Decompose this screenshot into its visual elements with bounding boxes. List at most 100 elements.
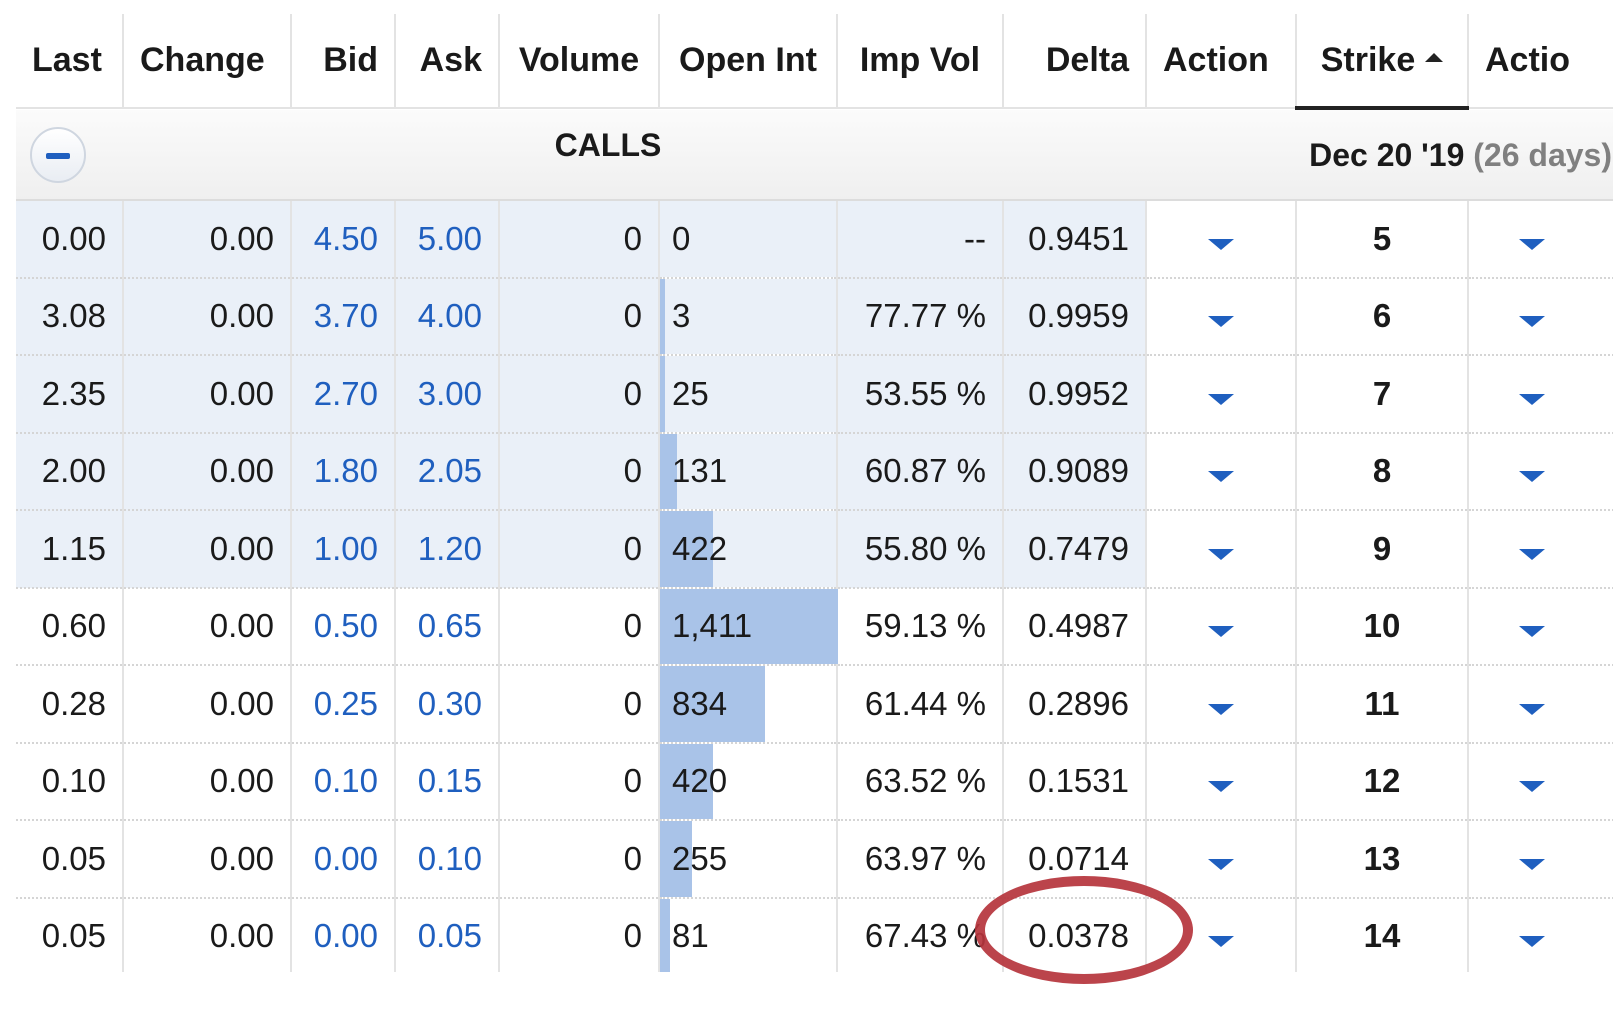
cell-ask[interactable]: 0.05 [395, 897, 500, 972]
cell-bid[interactable]: 2.70 [291, 355, 396, 434]
collapse-minus-icon[interactable] [30, 126, 86, 183]
dropdown-arrow-icon[interactable] [1519, 238, 1545, 250]
cell-bid[interactable]: 0.00 [291, 897, 396, 972]
open-int-value: 422 [672, 529, 728, 567]
col-header-change[interactable]: Change [123, 14, 292, 109]
dropdown-arrow-icon[interactable] [1519, 393, 1545, 405]
option-row[interactable]: 0.60 0.00 0.50 0.65 0 1,411 59.13 % 0.4987 10 [16, 587, 1613, 666]
dropdown-arrow-icon[interactable] [1208, 471, 1234, 483]
cell-bid[interactable]: 0.10 [291, 742, 396, 821]
cell-action[interactable] [1146, 355, 1297, 434]
col-header-last[interactable]: Last [16, 14, 124, 109]
cell-ask[interactable]: 0.65 [395, 587, 500, 666]
cell-bid[interactable]: 1.00 [291, 510, 396, 589]
cell-ask[interactable]: 1.20 [395, 510, 500, 589]
dropdown-arrow-icon[interactable] [1519, 936, 1545, 948]
cell-ask[interactable]: 0.15 [395, 742, 500, 821]
col-header-open-int[interactable]: Open Int [659, 14, 838, 109]
cell-action[interactable] [1146, 510, 1297, 589]
dropdown-arrow-icon[interactable] [1519, 703, 1545, 715]
dropdown-arrow-icon[interactable] [1208, 238, 1234, 250]
col-header-strike-label: Strike [1320, 40, 1416, 79]
cell-action-2[interactable] [1468, 200, 1613, 279]
option-row[interactable]: 1.15 0.00 1.00 1.20 0 422 55.80 % 0.7479 9 [16, 510, 1613, 589]
dropdown-arrow-icon[interactable] [1208, 393, 1234, 405]
cell-change: 0.00 [123, 665, 292, 744]
option-row[interactable]: 0.05 0.00 0.00 0.10 0 255 63.97 % 0.0714 13 [16, 820, 1613, 899]
cell-action-2[interactable] [1468, 432, 1613, 511]
cell-open-int: 81 [659, 897, 838, 972]
cell-bid[interactable]: 3.70 [291, 277, 396, 356]
option-row[interactable]: 2.35 0.00 2.70 3.00 0 25 53.55 % 0.9952 7 [16, 355, 1613, 434]
cell-volume: 0 [499, 587, 660, 666]
cell-action-2[interactable] [1468, 510, 1613, 589]
dropdown-arrow-icon[interactable] [1208, 936, 1234, 948]
col-header-strike[interactable]: Strike [1296, 14, 1469, 110]
dropdown-arrow-icon[interactable] [1519, 626, 1545, 638]
col-header-action[interactable]: Action [1146, 14, 1297, 109]
cell-bid[interactable]: 0.00 [291, 820, 396, 899]
option-row[interactable]: 0.00 0.00 4.50 5.00 0 0 -- 0.9451 5 [16, 200, 1613, 279]
cell-ask[interactable]: 3.00 [395, 355, 500, 434]
option-row[interactable]: 0.28 0.00 0.25 0.30 0 834 61.44 % 0.2896 11 [16, 665, 1613, 744]
col-header-imp-vol[interactable]: Imp Vol [837, 14, 1004, 109]
cell-action-2[interactable] [1468, 820, 1613, 899]
cell-change: 0.00 [123, 742, 292, 821]
cell-action[interactable] [1146, 897, 1297, 972]
cell-action[interactable] [1146, 277, 1297, 356]
cell-action[interactable] [1146, 432, 1297, 511]
cell-strike: 6 [1296, 277, 1469, 356]
dropdown-arrow-icon[interactable] [1519, 471, 1545, 483]
dropdown-arrow-icon[interactable] [1208, 703, 1234, 715]
cell-action-2[interactable] [1468, 277, 1613, 356]
cell-delta: 0.9089 [1003, 432, 1147, 511]
cell-last: 0.00 [16, 200, 124, 279]
cell-bid[interactable]: 0.50 [291, 587, 396, 666]
cell-ask[interactable]: 0.10 [395, 820, 500, 899]
col-header-bid[interactable]: Bid [291, 14, 396, 109]
dropdown-arrow-icon[interactable] [1208, 626, 1234, 638]
cell-action-2[interactable] [1468, 355, 1613, 434]
option-row[interactable]: 2.00 0.00 1.80 2.05 0 131 60.87 % 0.9089 8 [16, 432, 1613, 511]
dropdown-arrow-icon[interactable] [1208, 548, 1234, 560]
dropdown-arrow-icon[interactable] [1519, 316, 1545, 328]
cell-action[interactable] [1146, 742, 1297, 821]
cell-strike: 8 [1296, 432, 1469, 511]
cell-volume: 0 [499, 820, 660, 899]
cell-bid[interactable]: 4.50 [291, 200, 396, 279]
cell-ask[interactable]: 4.00 [395, 277, 500, 356]
col-header-ask[interactable]: Ask [395, 14, 500, 109]
cell-action[interactable] [1146, 200, 1297, 279]
col-header-delta[interactable]: Delta [1003, 14, 1147, 109]
option-row[interactable]: 0.05 0.00 0.00 0.05 0 81 67.43 % 0.0378 14 [16, 897, 1613, 972]
open-int-value: 25 [672, 374, 709, 412]
option-row[interactable]: 0.10 0.00 0.10 0.15 0 420 63.52 % 0.1531 12 [16, 742, 1613, 821]
cell-imp-vol: 53.55 % [837, 355, 1004, 434]
cell-action-2[interactable] [1468, 587, 1613, 666]
cell-open-int: 3 [659, 277, 838, 356]
cell-action-2[interactable] [1468, 742, 1613, 821]
calls-group-row: CALLS Dec 20 '19 (26 days) [16, 108, 1613, 201]
cell-bid[interactable]: 0.25 [291, 665, 396, 744]
cell-bid[interactable]: 1.80 [291, 432, 396, 511]
cell-action-2[interactable] [1468, 897, 1613, 972]
col-header-volume[interactable]: Volume [499, 14, 660, 109]
cell-action[interactable] [1146, 587, 1297, 666]
cell-volume: 0 [499, 665, 660, 744]
dropdown-arrow-icon[interactable] [1519, 781, 1545, 793]
option-row[interactable]: 3.08 0.00 3.70 4.00 0 3 77.77 % 0.9959 6 [16, 277, 1613, 356]
cell-open-int: 1,411 [659, 587, 838, 666]
cell-action[interactable] [1146, 665, 1297, 744]
cell-action-2[interactable] [1468, 665, 1613, 744]
cell-ask[interactable]: 2.05 [395, 432, 500, 511]
cell-open-int: 255 [659, 820, 838, 899]
dropdown-arrow-icon[interactable] [1519, 858, 1545, 870]
cell-ask[interactable]: 5.00 [395, 200, 500, 279]
dropdown-arrow-icon[interactable] [1208, 858, 1234, 870]
cell-action[interactable] [1146, 820, 1297, 899]
dropdown-arrow-icon[interactable] [1519, 548, 1545, 560]
dropdown-arrow-icon[interactable] [1208, 316, 1234, 328]
dropdown-arrow-icon[interactable] [1208, 781, 1234, 793]
cell-ask[interactable]: 0.30 [395, 665, 500, 744]
col-header-action-2[interactable]: Actio [1468, 14, 1613, 109]
